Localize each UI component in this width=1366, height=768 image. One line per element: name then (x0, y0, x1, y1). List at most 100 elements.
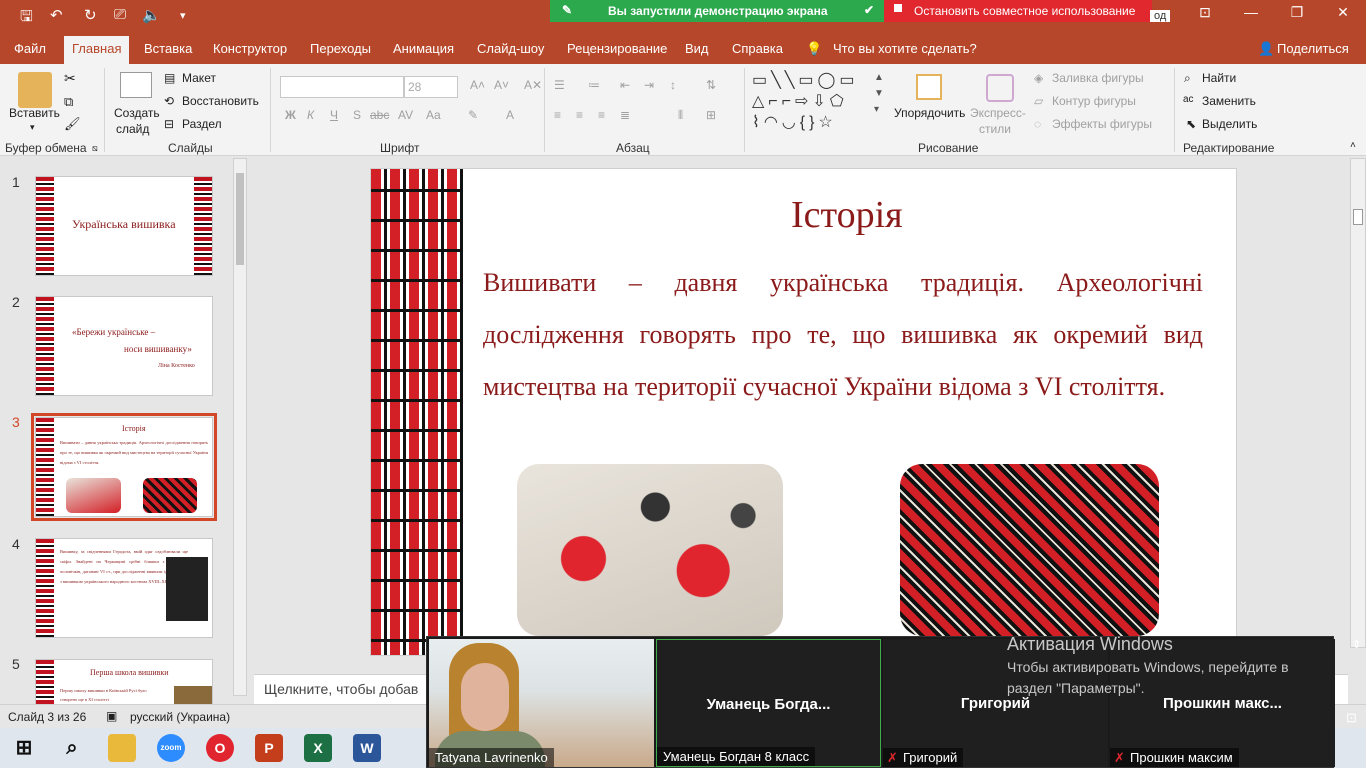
collapse-ribbon-icon[interactable]: ˄ (1350, 140, 1356, 151)
editor-scrollbar[interactable] (1350, 158, 1366, 648)
shapes-gallery[interactable]: ▭╲╲▭◯▭ △⌐⌐⇨⇩⬠ ⌇◠◡{}☆ (752, 70, 876, 132)
undo-icon[interactable]: ↶ (50, 6, 63, 24)
ribbon-display-icon[interactable]: ⊡ (1190, 4, 1220, 26)
video-tile-active-speaker[interactable]: Уманець Богда... Уманець Богдан 8 класс (656, 639, 881, 767)
powerpoint-icon[interactable]: P (255, 734, 283, 762)
tab-review[interactable]: Рецензирование (567, 41, 667, 56)
char-spacing-icon[interactable]: AV (398, 108, 413, 122)
zoom-panel-resize-icon[interactable]: ⊡ (1346, 710, 1357, 726)
align-center-icon[interactable]: ≡ (576, 108, 583, 122)
stop-share-button[interactable]: Остановить совместное использование (884, 0, 1152, 22)
replace-button[interactable]: Заменить (1202, 94, 1256, 108)
font-family-select[interactable] (280, 76, 404, 98)
highlight-icon[interactable]: ✎ (468, 108, 478, 122)
language-indicator[interactable]: русский (Украина) (130, 710, 230, 724)
numbering-icon[interactable]: ≔ (588, 78, 600, 92)
shape-outline-button[interactable]: Контур фигуры (1052, 94, 1136, 108)
font-size-select[interactable]: 28 (404, 76, 458, 98)
slide-thumbnail-selected[interactable]: Історія Вишивати – давня українська трад… (31, 413, 217, 521)
format-painter-icon[interactable]: 🖌 (64, 116, 81, 132)
justify-icon[interactable]: ≣ (620, 108, 630, 122)
paste-icon[interactable] (18, 72, 52, 108)
tab-file[interactable]: Файл (14, 41, 46, 56)
customize-toolbar-icon[interactable]: ▾ (180, 9, 186, 22)
search-icon[interactable]: ⌕ (58, 734, 86, 762)
slide-title[interactable]: Історія (791, 193, 903, 237)
align-left-icon[interactable]: ≡ (554, 108, 561, 122)
reset-button[interactable]: Восстановить (182, 94, 259, 108)
align-text-icon[interactable]: ⊞ (706, 108, 716, 122)
file-explorer-icon[interactable] (108, 734, 136, 762)
slide-canvas[interactable]: Історія Вишивати – давня українська трад… (370, 168, 1237, 656)
text-direction-icon[interactable]: ⇅ (706, 78, 716, 92)
tab-animations[interactable]: Анимация (393, 41, 454, 56)
align-right-icon[interactable]: ≡ (598, 108, 605, 122)
clear-format-icon[interactable]: A✕ (524, 78, 542, 92)
new-slide-label[interactable]: слайд (116, 122, 149, 136)
new-slide-icon[interactable] (120, 72, 152, 98)
save-icon[interactable]: 🖫 (20, 6, 33, 31)
paste-button[interactable]: Вставить (9, 106, 60, 120)
slide-thumbnail[interactable]: Перша школа вишивки Першу школу вишивки … (35, 659, 213, 707)
present-icon[interactable]: ⎚ (114, 6, 126, 23)
chevron-down-icon[interactable]: ▾ (30, 122, 35, 133)
increase-indent-icon[interactable]: ⇥ (644, 78, 654, 92)
zoom-panel-expand-icon[interactable]: ⇕ (1352, 638, 1361, 651)
underline-button[interactable]: Ч (330, 108, 338, 122)
grow-font-icon[interactable]: A˄ (470, 78, 485, 92)
tab-design[interactable]: Конструктор (213, 41, 287, 56)
slide-body-text[interactable]: Вишивати – давня українська традиція. Ар… (483, 257, 1203, 413)
share-button[interactable]: Поделиться (1277, 41, 1349, 56)
cut-icon[interactable]: ✂ (64, 70, 76, 87)
find-button[interactable]: Найти (1202, 71, 1236, 85)
scrollbar-thumb[interactable] (1353, 209, 1363, 225)
italic-button[interactable]: К (307, 108, 314, 122)
tell-me-search[interactable]: Что вы хотите сделать? (833, 41, 977, 56)
arrange-button[interactable]: Упорядочить (894, 106, 965, 120)
slide-thumbnail[interactable]: «Бережи українське – носи вишиванку» Лін… (35, 296, 213, 396)
opera-icon[interactable]: O (206, 734, 234, 762)
close-button[interactable]: ✕ (1328, 4, 1358, 26)
slide-thumbnail[interactable]: Вишивку, за свідченнями Геродота, вмій о… (35, 538, 213, 638)
shadow-button[interactable]: S (353, 108, 361, 122)
tab-help[interactable]: Справка (732, 41, 783, 56)
select-button[interactable]: Выделить (1202, 117, 1257, 131)
new-slide-button[interactable]: Создать (114, 106, 160, 120)
start-icon[interactable]: ⊞ (10, 734, 38, 762)
font-color-button[interactable]: A (506, 108, 514, 122)
tab-insert[interactable]: Вставка (144, 41, 192, 56)
columns-icon[interactable]: ⫴ (678, 108, 683, 123)
layout-button[interactable]: Макет (182, 71, 216, 85)
tab-transitions[interactable]: Переходы (310, 41, 371, 56)
audio-icon[interactable]: 🔈 (142, 6, 161, 24)
tab-slideshow[interactable]: Слайд-шоу (477, 41, 544, 56)
change-case-button[interactable]: Aa (426, 108, 441, 122)
minimize-button[interactable]: — (1236, 4, 1266, 26)
spellcheck-icon[interactable]: ▣ (106, 709, 117, 723)
gallery-scroll-icon[interactable]: ▲ ▼ ▾ (874, 70, 884, 118)
quick-styles-label[interactable]: стили (979, 122, 1011, 136)
excel-icon[interactable]: X (304, 734, 332, 762)
dialog-launcher-icon[interactable]: ⧅ (92, 143, 98, 154)
shrink-font-icon[interactable]: A˅ (494, 78, 509, 92)
tab-view[interactable]: Вид (685, 41, 709, 56)
bold-button[interactable]: Ж (285, 108, 296, 122)
section-button[interactable]: Раздел (182, 117, 222, 131)
bullets-icon[interactable]: ☰ (554, 78, 565, 92)
zoom-icon[interactable]: zoom (157, 734, 185, 762)
video-tile[interactable]: Tatyana Lavrinenko (429, 639, 654, 767)
quick-styles-button[interactable]: Экспресс- (970, 106, 1026, 120)
thumbnails-scrollbar[interactable] (233, 158, 247, 696)
decrease-indent-icon[interactable]: ⇤ (620, 78, 630, 92)
word-icon[interactable]: W (353, 734, 381, 762)
maximize-button[interactable]: ❐ (1282, 4, 1312, 26)
shape-fill-button[interactable]: Заливка фигуры (1052, 71, 1144, 85)
slide-thumbnail[interactable]: Українська вишивка (35, 176, 213, 276)
redo-icon[interactable]: ↻ (84, 6, 97, 24)
shape-effects-button[interactable]: Эффекты фигуры (1052, 117, 1152, 131)
tab-home[interactable]: Главная (64, 36, 130, 64)
copy-icon[interactable]: ⧉ (64, 94, 73, 110)
embroidery-photo-red-flowers[interactable] (517, 464, 783, 636)
embroidery-photo-geometric[interactable] (900, 464, 1159, 636)
scrollbar-thumb[interactable] (236, 173, 244, 265)
